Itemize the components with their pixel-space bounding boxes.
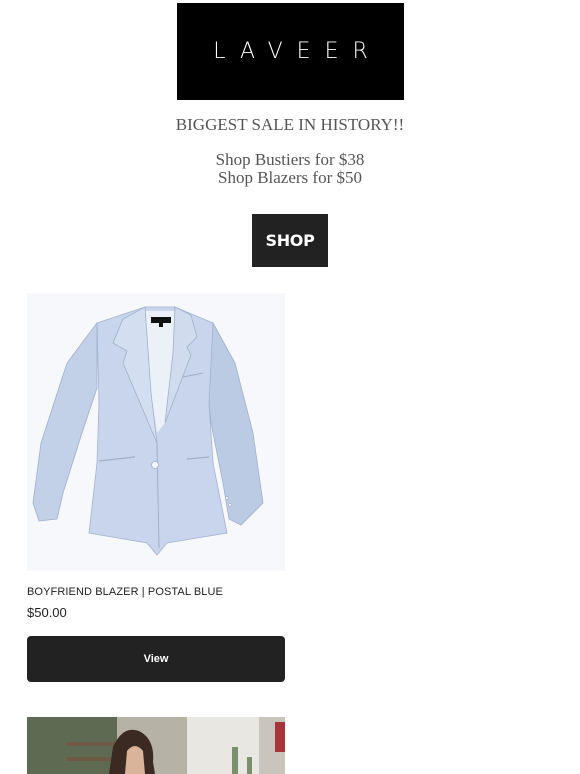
product-title[interactable]: BOYFRIEND BLAZER | POSTAL BLUE xyxy=(27,586,223,598)
logo-text: LAVEER xyxy=(213,39,382,64)
blazer-illustration xyxy=(27,293,285,571)
view-product-button[interactable]: View xyxy=(27,636,285,682)
product-image-model[interactable] xyxy=(27,717,285,774)
product-price: $50.00 xyxy=(27,605,67,620)
shop-button[interactable]: SHOP xyxy=(252,214,328,267)
promo-line-bustiers: Shop Bustiers for $38 xyxy=(215,150,365,169)
product-image-blazer[interactable] xyxy=(27,293,285,571)
promo-line-blazers: Shop Blazers for $50 xyxy=(217,168,362,187)
brand-logo[interactable]: LAVEER xyxy=(177,3,404,100)
sale-headline: BIGGEST SALE IN HISTORY!! xyxy=(175,115,405,134)
email-page: LAVEER BIGGEST SALE IN HISTORY!! Shop Bu… xyxy=(0,0,580,774)
model-photo-illustration xyxy=(27,717,285,774)
